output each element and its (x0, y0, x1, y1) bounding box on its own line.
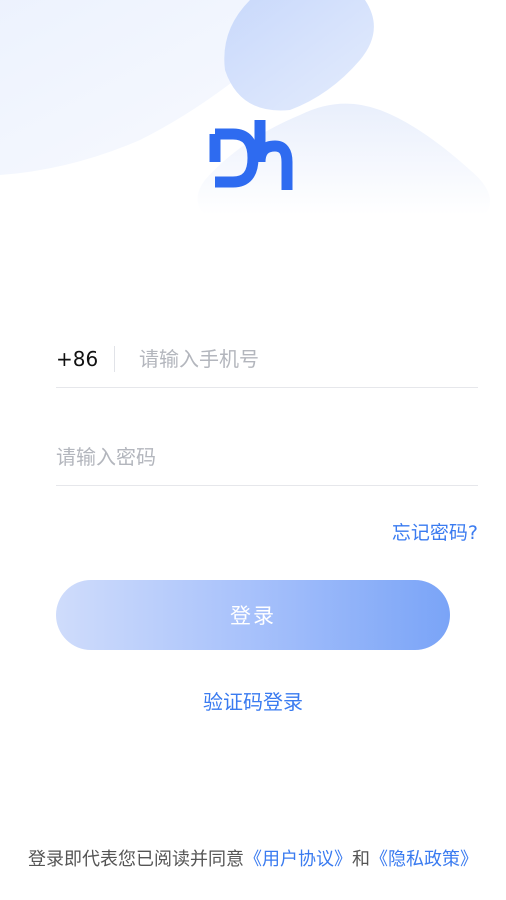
dh-logo-icon (209, 120, 293, 190)
login-button[interactable]: 登录 (56, 580, 450, 650)
phone-field-row: +86 (56, 331, 478, 388)
sms-login-link[interactable]: 验证码登录 (0, 686, 506, 715)
vertical-divider (114, 346, 115, 372)
password-input[interactable] (56, 445, 478, 469)
agreement-conjunction: 和 (352, 849, 370, 870)
privacy-policy-link[interactable]: 《隐私政策》 (370, 849, 478, 870)
agreement-text: 登录即代表您已阅读并同意《用户协议》和《隐私政策》 (0, 845, 506, 871)
user-agreement-link[interactable]: 《用户协议》 (244, 849, 352, 870)
password-field-row (56, 429, 478, 486)
agreement-prefix: 登录即代表您已阅读并同意 (28, 849, 244, 870)
phone-input[interactable] (139, 347, 478, 371)
country-code[interactable]: +86 (56, 347, 114, 371)
forgot-password-link[interactable]: 忘记密码? (392, 518, 478, 545)
